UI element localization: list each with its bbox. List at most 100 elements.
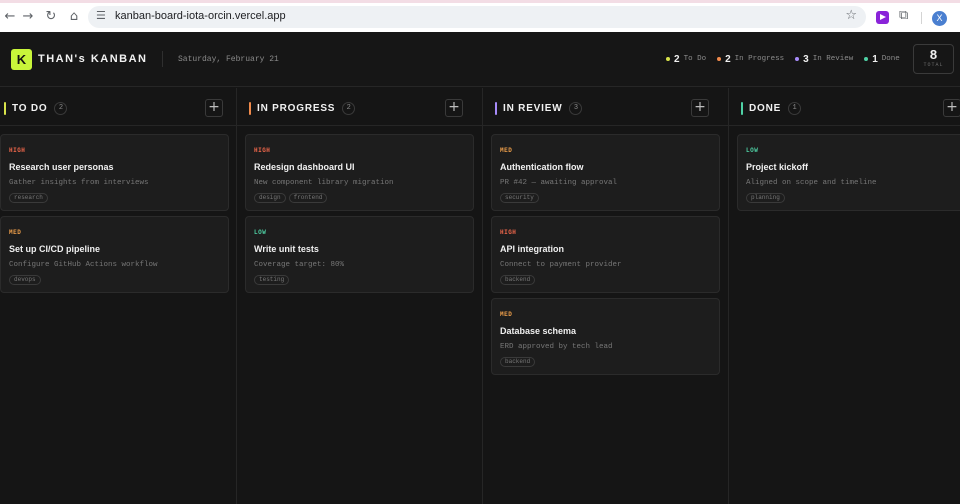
- column-color-bar: [4, 102, 6, 115]
- tag-chip: security: [500, 193, 539, 203]
- add-card-button[interactable]: +: [691, 99, 709, 117]
- card-title: Redesign dashboard UI: [254, 162, 355, 172]
- total-label: TOTAL: [923, 62, 944, 68]
- stat-in-progress: 2 In Progress: [717, 54, 784, 65]
- card-tags: devops: [9, 275, 44, 285]
- task-card[interactable]: LOW Project kickoff Aligned on scope and t…: [737, 134, 960, 211]
- stat-count: 2: [725, 53, 731, 65]
- card-title: Write unit tests: [254, 244, 319, 254]
- stat-label: In Progress: [734, 55, 785, 63]
- add-card-button[interactable]: +: [205, 99, 223, 117]
- card-tags: backend: [500, 357, 538, 367]
- add-card-button[interactable]: +: [943, 99, 960, 117]
- column-header: IN PROGRESS 2 +: [237, 88, 482, 126]
- extensions-puzzle-icon[interactable]: ⧉: [899, 8, 908, 23]
- tag-chip: devops: [9, 275, 41, 285]
- column-count-badge: 3: [569, 102, 583, 115]
- profile-avatar[interactable]: X: [932, 11, 947, 26]
- stat-label: To Do: [683, 55, 707, 63]
- task-card[interactable]: HIGH Redesign dashboard UI New component l…: [245, 134, 474, 211]
- status-dot: [795, 57, 800, 61]
- priority-badge: MED: [9, 229, 22, 236]
- priority-badge: MED: [500, 311, 513, 318]
- back-icon[interactable]: ←: [1, 8, 19, 26]
- toolbar-divider: [921, 12, 922, 24]
- column-count-badge: 2: [54, 102, 68, 115]
- card-description: New component library migration: [254, 179, 394, 187]
- browser-toolbar: ← → ↻ ⌂ ☰ kanban-board-iota-orcin.vercel…: [0, 0, 960, 32]
- app-logo: K: [11, 49, 32, 70]
- card-description: Coverage target: 80%: [254, 261, 345, 269]
- app-header: K THAN's KANBAN Saturday, February 21 2T…: [0, 32, 960, 87]
- stat-count: 3: [803, 53, 809, 65]
- card-title: Research user personas: [9, 162, 114, 172]
- column-title: IN PROGRESS: [257, 103, 336, 114]
- stat-done: 1 Done: [864, 54, 900, 65]
- column-header: TO DO 2 +: [0, 88, 236, 126]
- card-tags: research: [9, 193, 51, 203]
- status-dot: [717, 57, 722, 61]
- task-card[interactable]: MED Database schema ERD approved by tech l…: [491, 298, 720, 375]
- card-tags: backend: [500, 275, 538, 285]
- task-card[interactable]: HIGH API integration Connect to payment pr…: [491, 216, 720, 293]
- card-title: Database schema: [500, 326, 577, 336]
- app-title: THAN's KANBAN: [38, 53, 148, 65]
- tag-chip: testing: [254, 275, 290, 285]
- reload-icon[interactable]: ↻: [42, 8, 60, 26]
- card-description: ERD approved by tech lead: [500, 343, 613, 351]
- priority-badge: HIGH: [254, 147, 271, 154]
- status-dot: [864, 57, 869, 61]
- card-description: Aligned on scope and timeline: [746, 179, 877, 187]
- url-text[interactable]: kanban-board-iota-orcin.vercel.app: [115, 10, 286, 22]
- card-tags: security: [500, 193, 542, 203]
- priority-badge: HIGH: [500, 229, 517, 236]
- home-icon[interactable]: ⌂: [65, 8, 83, 26]
- stat-count: 2: [674, 53, 680, 65]
- task-card[interactable]: LOW Write unit tests Coverage target: 80% t…: [245, 216, 474, 293]
- task-card[interactable]: MED Set up CI/CD pipeline Configure GitHub…: [0, 216, 229, 293]
- header-divider: [162, 51, 163, 67]
- stat-count: 1: [872, 53, 878, 65]
- tag-chip: research: [9, 193, 48, 203]
- tag-chip: backend: [500, 357, 536, 367]
- card-description: Gather insights from interviews: [9, 179, 149, 187]
- kanban-board: TO DO 2 + HIGH Research user personas Gather …: [0, 88, 960, 504]
- card-title: Set up CI/CD pipeline: [9, 244, 101, 254]
- task-card[interactable]: HIGH Research user personas Gather insight…: [0, 134, 229, 211]
- card-title: API integration: [500, 244, 565, 254]
- task-card[interactable]: MED Authentication flow PR #42 — awaiting …: [491, 134, 720, 211]
- priority-badge: LOW: [746, 147, 759, 154]
- stat-in-review: 3 In Review: [795, 54, 853, 65]
- card-tags: design frontend: [254, 193, 330, 203]
- extension-play-icon[interactable]: [876, 11, 889, 24]
- column-header: IN REVIEW 3 +: [483, 88, 728, 126]
- tag-chip: frontend: [288, 193, 328, 203]
- add-card-button[interactable]: +: [445, 99, 463, 117]
- column-color-bar: [741, 102, 743, 115]
- column-in-progress: IN PROGRESS 2 + HIGH Redesign dashboard UI Ne…: [237, 88, 483, 504]
- priority-badge: HIGH: [9, 147, 26, 154]
- forward-icon[interactable]: →: [19, 8, 37, 26]
- card-title: Authentication flow: [500, 162, 584, 172]
- total-count: 8: [929, 47, 938, 62]
- column-to-do: TO DO 2 + HIGH Research user personas Gather …: [0, 88, 237, 504]
- tag-chip: backend: [500, 275, 536, 285]
- card-tags: testing: [254, 275, 292, 285]
- column-count-badge: 1: [788, 102, 802, 115]
- tag-chip: design: [254, 193, 286, 203]
- card-description: Configure GitHub Actions workflow: [9, 261, 158, 269]
- bookmark-star-icon[interactable]: ☆: [845, 8, 857, 23]
- card-description: PR #42 — awaiting approval: [500, 179, 618, 187]
- column-color-bar: [249, 102, 251, 115]
- column-title: IN REVIEW: [503, 103, 563, 114]
- address-bar[interactable]: ☰ kanban-board-iota-orcin.vercel.app ☆: [88, 6, 866, 28]
- column-color-bar: [495, 102, 497, 115]
- site-settings-icon[interactable]: ☰: [96, 9, 106, 22]
- stat-label: Done: [881, 55, 900, 63]
- column-in-review: IN REVIEW 3 + MED Authentication flow PR #42 …: [483, 88, 729, 504]
- current-date: Saturday, February 21: [178, 55, 279, 64]
- tag-chip: planning: [746, 193, 785, 203]
- card-tags: planning: [746, 193, 788, 203]
- column-count-badge: 2: [342, 102, 356, 115]
- column-title: TO DO: [12, 103, 48, 114]
